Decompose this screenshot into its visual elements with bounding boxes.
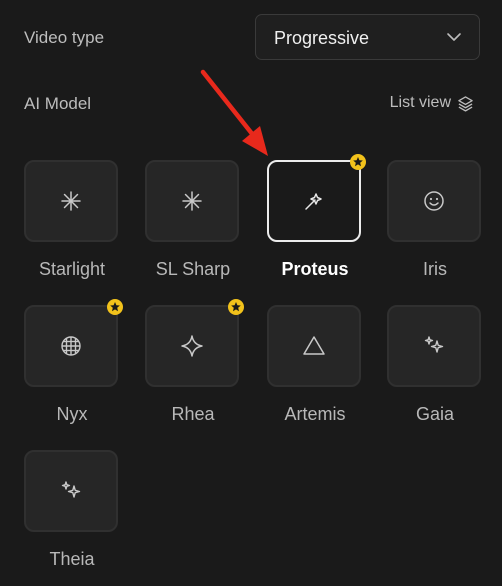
model-card-iris[interactable]: Iris	[375, 160, 495, 295]
model-card-nyx[interactable]: Nyx	[12, 299, 132, 440]
four-point-star-icon	[181, 335, 203, 357]
model-tile	[267, 305, 361, 387]
star-icon	[110, 302, 120, 312]
star-icon	[231, 302, 241, 312]
premium-badge	[350, 154, 366, 170]
model-grid: Starlight SL Sharp Proteus Iris Nyx Rhea…	[0, 0, 502, 586]
model-card-rhea[interactable]: Rhea	[133, 299, 253, 440]
star-icon	[353, 157, 363, 167]
model-name: Artemis	[284, 404, 346, 424]
model-tile	[387, 160, 481, 242]
model-name: Gaia	[415, 404, 455, 424]
model-card-gaia[interactable]: Gaia	[375, 305, 495, 440]
sparkles-icon	[61, 481, 81, 498]
model-name: Rhea	[171, 404, 215, 424]
model-name: Theia	[49, 549, 95, 569]
sparkle-asterisk-icon	[61, 191, 81, 211]
model-name: Nyx	[56, 404, 88, 424]
model-name: Proteus	[281, 259, 349, 279]
model-name: SL Sharp	[155, 259, 231, 279]
sparkles-icon	[424, 336, 444, 353]
sparkle-asterisk-icon	[182, 191, 202, 211]
model-card-sl-sharp[interactable]: SL Sharp	[133, 160, 253, 295]
grid-globe-icon	[61, 336, 81, 356]
model-tile	[145, 305, 239, 387]
premium-badge	[107, 299, 123, 315]
model-tile	[145, 160, 239, 242]
triangle-icon	[303, 336, 325, 355]
model-tile	[24, 160, 118, 242]
model-tile	[24, 450, 118, 532]
model-name: Starlight	[38, 259, 106, 279]
model-tile	[24, 305, 118, 387]
model-card-artemis[interactable]: Artemis	[255, 305, 375, 440]
model-tile	[267, 160, 361, 242]
magic-wand-icon	[305, 193, 322, 210]
model-card-starlight[interactable]: Starlight	[12, 160, 132, 295]
smiley-face-icon	[424, 191, 444, 211]
model-card-theia[interactable]: Theia	[12, 450, 132, 585]
model-name: Iris	[423, 259, 447, 279]
premium-badge	[228, 299, 244, 315]
model-tile	[387, 305, 481, 387]
model-card-proteus[interactable]: Proteus	[255, 154, 375, 295]
